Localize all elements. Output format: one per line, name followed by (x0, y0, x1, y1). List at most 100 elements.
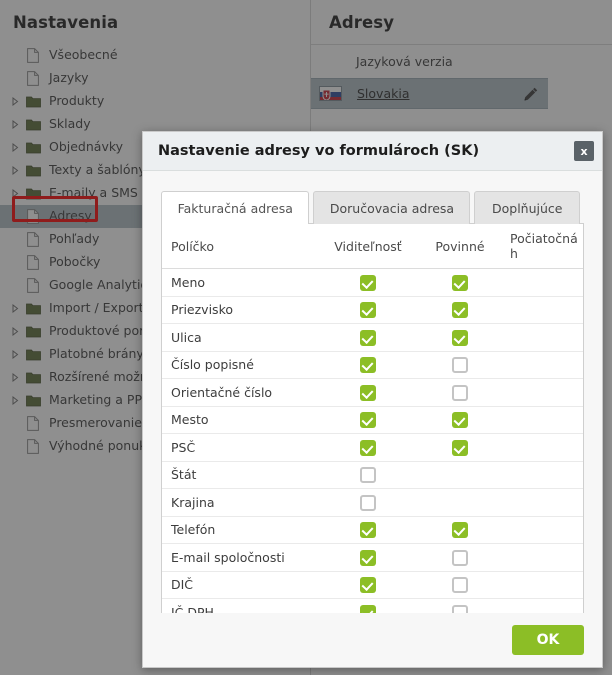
visibility-cell (322, 378, 414, 407)
required-cell (414, 268, 506, 297)
dialog-body: Fakturačná adresa Doručovacia adresa Doplň… (143, 171, 602, 613)
table-row: Krajina (162, 488, 583, 517)
required-checkbox[interactable] (452, 412, 468, 428)
table-row: Ulica (162, 323, 583, 352)
table-body: Meno Priezvisko Ulica Číslo popisné Orientač… (162, 268, 583, 614)
table-row: PSČ (162, 433, 583, 462)
required-checkbox[interactable] (452, 329, 468, 346)
field-name-cell: Štát (162, 461, 322, 489)
required-checkbox[interactable] (452, 357, 468, 373)
table-row: Orientačné číslo (162, 378, 583, 407)
initial-value-cell[interactable] (506, 268, 583, 297)
required-checkbox[interactable] (452, 604, 468, 613)
required-cell (414, 516, 506, 544)
visibility-checkbox[interactable] (360, 522, 376, 538)
required-checkbox[interactable] (452, 384, 468, 401)
column-header-initial-value: Počiatočná h (506, 224, 583, 269)
field-name-cell: Krajina (162, 488, 322, 517)
field-name-cell: IČ DPH (171, 604, 214, 613)
ok-button[interactable]: OK (512, 625, 584, 655)
initial-value-cell[interactable] (506, 516, 583, 544)
required-checkbox[interactable] (452, 549, 468, 566)
column-header-field: Políčko (162, 224, 322, 269)
tab-label: Fakturačná adresa (177, 200, 293, 216)
table-row: Štát (162, 461, 583, 489)
required-checkbox[interactable] (452, 274, 468, 291)
visibility-cell (322, 351, 414, 379)
required-cell (414, 406, 506, 434)
visibility-cell (322, 461, 414, 489)
table-row: E-mail spoločnosti (162, 543, 583, 572)
initial-value-cell[interactable] (506, 296, 583, 324)
table-row: Mesto (162, 406, 583, 434)
field-name-cell: Priezvisko (162, 296, 322, 324)
visibility-checkbox[interactable] (360, 439, 376, 456)
visibility-checkbox[interactable] (360, 494, 376, 511)
required-cell (414, 351, 506, 379)
initial-value-cell[interactable] (506, 351, 583, 379)
field-name-cell: DIČ (162, 571, 322, 599)
visibility-checkbox[interactable] (360, 577, 376, 593)
required-cell (414, 543, 506, 572)
initial-value-cell[interactable] (506, 571, 583, 599)
initial-value-cell[interactable] (506, 599, 583, 614)
visibility-checkbox[interactable] (360, 302, 376, 318)
required-checkbox[interactable] (452, 439, 468, 456)
initial-value-cell[interactable] (506, 323, 583, 352)
tab-label: Doplňujúce (492, 200, 563, 216)
initial-value-cell[interactable] (506, 543, 583, 572)
table-row: Číslo popisné (162, 351, 583, 379)
required-cell (414, 461, 506, 489)
visibility-cell (322, 433, 414, 462)
visibility-checkbox[interactable] (360, 467, 376, 483)
required-checkbox[interactable] (452, 577, 468, 593)
visibility-checkbox[interactable] (360, 412, 376, 428)
column-header-required: Povinné (414, 224, 506, 269)
visibility-checkbox[interactable] (360, 549, 376, 566)
visibility-checkbox[interactable] (360, 274, 376, 291)
visibility-checkbox[interactable] (360, 357, 376, 373)
visibility-cell (322, 516, 414, 544)
required-cell (414, 296, 506, 324)
visibility-checkbox[interactable] (360, 604, 376, 613)
tab-0[interactable]: Fakturačná adresa (161, 191, 310, 225)
tab-strip: Fakturačná adresa Doručovacia adresa Doplň… (161, 191, 584, 225)
visibility-cell (322, 571, 414, 599)
table-row: Priezvisko (162, 296, 583, 324)
required-cell (414, 378, 506, 407)
visibility-cell (322, 268, 414, 297)
field-name-cell: Číslo popisné (162, 351, 322, 379)
field-name-cell: E-mail spoločnosti (162, 543, 322, 572)
dialog-header: Nastavenie adresy vo formulároch (SK) x (143, 132, 602, 171)
column-header-visibility: Viditeľnosť (322, 224, 414, 269)
table-row: IČ DPH (162, 599, 583, 614)
dialog-footer: OK (143, 613, 602, 667)
required-cell (414, 488, 506, 517)
field-name-cell: Telefón (162, 516, 322, 544)
tab-2[interactable]: Doplňujúce (474, 191, 580, 224)
required-cell (414, 323, 506, 352)
required-cell (414, 571, 506, 599)
initial-value-cell[interactable] (506, 488, 583, 517)
required-checkbox[interactable] (452, 522, 468, 538)
visibility-checkbox[interactable] (360, 329, 376, 346)
field-name-cell: Mesto (162, 406, 322, 434)
close-icon[interactable]: x (574, 141, 594, 161)
visibility-cell (322, 323, 414, 352)
initial-value-cell[interactable] (506, 378, 583, 407)
visibility-checkbox[interactable] (360, 384, 376, 401)
dialog-title: Nastavenie adresy vo formulároch (SK) (158, 143, 480, 159)
required-checkbox[interactable] (452, 302, 468, 318)
initial-value-cell[interactable] (506, 461, 583, 489)
required-cell (414, 433, 506, 462)
initial-value-cell[interactable] (506, 433, 583, 462)
address-settings-dialog: Nastavenie adresy vo formulároch (SK) x … (142, 131, 603, 668)
field-name-cell: Meno (162, 268, 322, 297)
initial-value-cell[interactable] (506, 406, 583, 434)
visibility-cell (322, 543, 414, 572)
table-header-row: Políčko Viditeľnosť Povinné Počiatočná h (162, 224, 583, 269)
visibility-cell (322, 406, 414, 434)
tab-1[interactable]: Doručovacia adresa (313, 191, 471, 224)
table-row: Telefón (162, 516, 583, 544)
visibility-cell (322, 599, 414, 613)
